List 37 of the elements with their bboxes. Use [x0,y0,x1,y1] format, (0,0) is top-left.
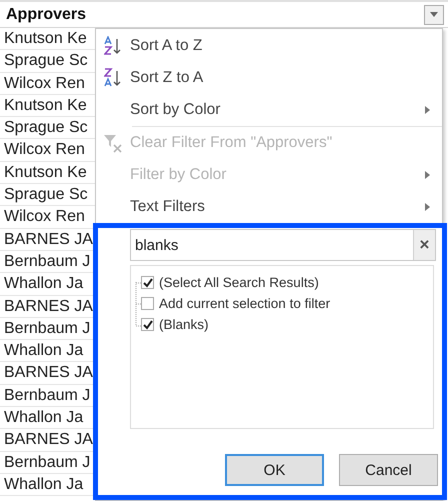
table-cell: BARNES JA [0,429,95,452]
submenu-arrow-icon [425,106,430,114]
filter-dropdown-button[interactable] [424,4,444,24]
option-label: (Select All Search Results) [159,275,319,290]
table-cell: BARNES JA [0,296,95,318]
table-cell: Whallon Ja [0,407,95,430]
menu-item[interactable]: Sort by Color [96,94,442,126]
table-cell: Bernbaum J [0,318,95,340]
table-cell: Bernbaum J [0,452,95,474]
submenu-arrow-icon [425,171,430,179]
submenu-arrow-icon [425,203,430,211]
table-cell: Whallon Ja [0,273,95,296]
cancel-button[interactable]: Cancel [339,454,438,486]
dropdown-icon [430,12,438,17]
option-label: (Blanks) [159,317,209,332]
checkbox[interactable] [141,318,154,331]
ok-button[interactable]: OK [225,454,324,486]
option-label: Add current selection to filter [159,296,330,311]
menu-item[interactable]: Sort A to Z [96,30,442,62]
table-cell: Whallon Ja [0,474,95,496]
menu-item[interactable]: Sort Z to A [96,62,442,94]
clear-filter-icon [103,133,123,153]
column-title: Approvers [6,6,86,24]
table-cell: Bernbaum J [0,384,95,408]
checkmark-icon [142,320,152,330]
checkbox[interactable] [141,297,154,310]
table-cell: Bernbaum J [0,250,95,274]
search-field[interactable]: blanks × [130,229,436,261]
clear-search-button[interactable]: × [413,230,435,260]
sort-descending-icon [104,68,122,88]
checkmark-icon [142,278,152,288]
sort-ascending-icon [104,36,122,56]
menu-item[interactable]: Text Filters [96,191,442,223]
checkbox[interactable] [141,276,154,289]
table-cell: BARNES JA [0,362,95,385]
table-cell: BARNES JA [0,228,95,251]
table-cell: Whallon Ja [0,340,95,362]
